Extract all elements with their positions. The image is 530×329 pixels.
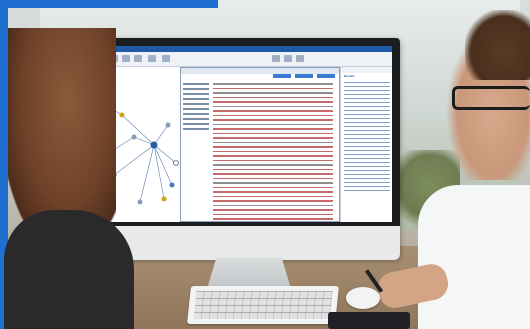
results-pane: Results	[340, 67, 392, 222]
man-shirt	[418, 185, 530, 329]
woman-head	[8, 28, 116, 238]
graph-edge	[153, 124, 169, 146]
graph-edge	[153, 144, 177, 164]
app-ribbon	[92, 52, 392, 67]
results-pane-label: Results	[344, 74, 355, 78]
ribbon-icon	[296, 55, 304, 62]
graph-node	[161, 196, 167, 202]
ribbon-icon	[272, 55, 280, 62]
ribbon-icon	[122, 55, 130, 62]
document-titlebar	[181, 68, 339, 74]
man-hair	[465, 10, 530, 80]
graph-node	[137, 199, 143, 205]
ribbon-icon	[134, 55, 142, 62]
man-glasses	[452, 86, 530, 110]
monitor-screen: Results	[92, 46, 392, 222]
phone	[328, 312, 410, 329]
document-tab	[317, 74, 335, 78]
graph-node	[150, 141, 158, 149]
ribbon-icon	[284, 55, 292, 62]
photo-scene: Results	[0, 0, 530, 329]
document-body	[213, 80, 333, 220]
graph-node	[173, 160, 179, 166]
ribbon-icon	[148, 55, 156, 62]
keyboard	[187, 286, 339, 324]
mouse	[346, 287, 380, 309]
graph-node	[131, 134, 137, 140]
graph-edge	[153, 144, 173, 186]
brand-accent-bar	[0, 0, 218, 8]
graph-node	[169, 182, 175, 188]
graph-node	[119, 112, 125, 118]
graph-node	[165, 122, 171, 128]
graph-edge	[121, 114, 155, 146]
document-tab	[295, 74, 313, 78]
ribbon-icon	[162, 55, 170, 62]
graph-edge	[153, 144, 165, 200]
document-window	[180, 67, 340, 222]
document-tree	[183, 80, 209, 220]
document-tab	[273, 74, 291, 78]
woman-body	[4, 210, 134, 329]
